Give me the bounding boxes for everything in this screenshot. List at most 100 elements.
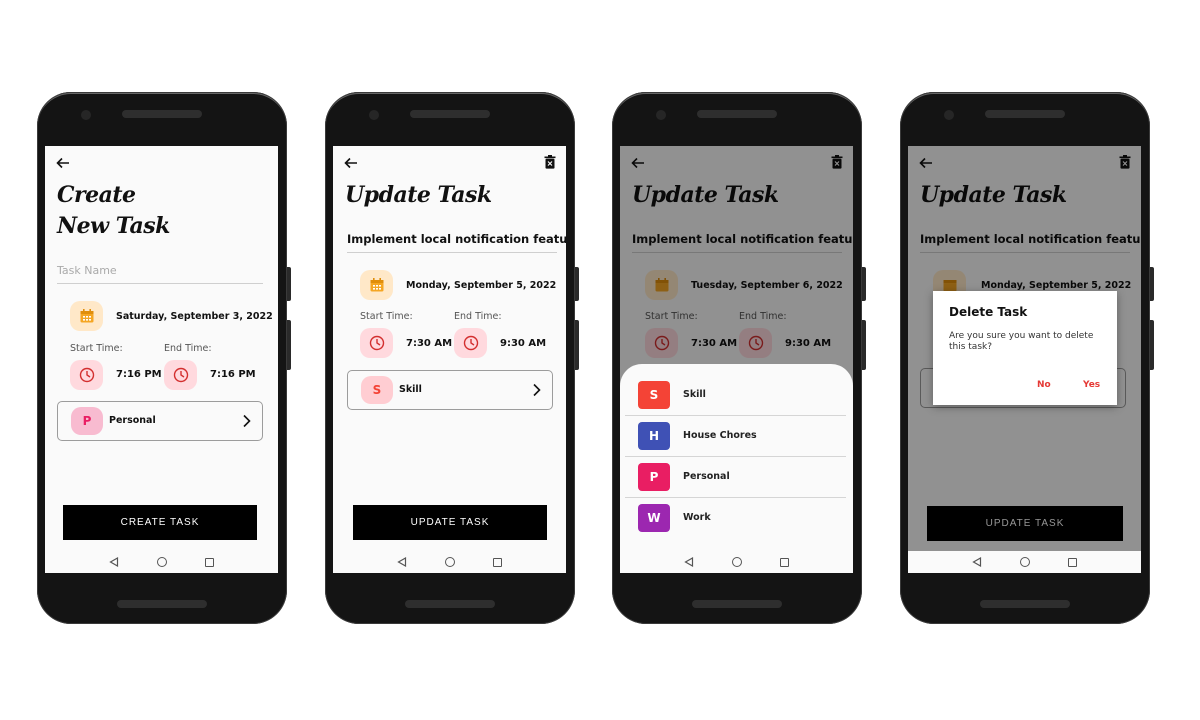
triangle-back-icon[interactable] — [684, 557, 694, 567]
category-option-label: Personal — [683, 471, 730, 482]
start-time-label: Start Time: — [70, 343, 123, 354]
square-recent-icon[interactable] — [493, 557, 502, 567]
end-time-button[interactable] — [164, 360, 197, 390]
phone-create-task: Create New Task Task Name Saturday, Sept… — [37, 92, 291, 624]
start-time-label: Start Time: — [360, 311, 413, 322]
date-picker-button[interactable] — [360, 270, 393, 300]
category-selector[interactable]: S Skill — [347, 370, 553, 410]
arrow-left-icon[interactable] — [56, 157, 70, 169]
power-button — [575, 320, 579, 370]
system-nav-bar — [908, 551, 1141, 573]
start-time-button[interactable] — [360, 328, 393, 358]
volume-button — [575, 267, 579, 301]
category-option-label: House Chores — [683, 430, 757, 441]
square-recent-icon[interactable] — [780, 557, 789, 567]
delete-task-dialog: Delete Task Are you sure you want to del… — [933, 291, 1117, 405]
chevron-right-icon — [243, 414, 251, 428]
category-option-house-chores[interactable]: H House Chores — [625, 416, 846, 457]
selected-date: Saturday, September 3, 2022 — [116, 311, 273, 322]
square-recent-icon[interactable] — [205, 557, 214, 567]
calendar-icon — [80, 309, 93, 323]
category-option-label: Skill — [683, 389, 706, 400]
clock-icon — [463, 335, 478, 351]
calendar-icon — [370, 278, 383, 292]
triangle-back-icon[interactable] — [397, 557, 407, 567]
end-time-label: End Time: — [454, 311, 502, 322]
triangle-back-icon[interactable] — [972, 557, 982, 567]
clock-icon — [79, 367, 94, 383]
dialog-yes-button[interactable]: Yes — [1083, 380, 1100, 390]
screen-update-task: Update Task Implement local notification… — [333, 146, 566, 573]
phone-delete-dialog: Update Task Implement local notification… — [900, 92, 1154, 624]
category-badge: W — [638, 504, 670, 532]
earpiece-speaker — [122, 110, 202, 118]
volume-button — [862, 267, 866, 301]
category-label: Skill — [399, 384, 422, 395]
category-option-label: Work — [683, 512, 711, 523]
trash-icon[interactable] — [544, 155, 556, 169]
system-nav-bar — [333, 551, 566, 573]
clock-icon — [173, 367, 188, 383]
front-camera — [369, 110, 379, 120]
system-nav-bar — [45, 551, 278, 573]
circle-home-icon[interactable] — [1020, 557, 1030, 567]
dialog-no-button[interactable]: No — [1037, 380, 1051, 390]
dialog-title: Delete Task — [949, 305, 1028, 319]
screen-delete-dialog: Update Task Implement local notification… — [908, 146, 1141, 573]
end-time-value: 9:30 AM — [500, 338, 547, 349]
dialog-message: Are you sure you want to delete this tas… — [949, 331, 1094, 352]
power-button — [862, 320, 866, 370]
category-label: Personal — [109, 415, 156, 426]
volume-button — [287, 267, 291, 301]
task-name-input[interactable]: Task Name — [57, 264, 263, 284]
category-badge: H — [638, 422, 670, 450]
page-title-line1: Create — [57, 182, 136, 208]
create-task-content: Create New Task Task Name Saturday, Sept… — [45, 146, 278, 551]
category-option-work[interactable]: W Work — [625, 498, 846, 539]
start-time-value: 7:16 PM — [116, 369, 162, 380]
phone-update-task: Update Task Implement local notification… — [325, 92, 579, 624]
circle-home-icon[interactable] — [157, 557, 167, 567]
front-camera — [656, 110, 666, 120]
bottom-speaker — [692, 600, 782, 608]
earpiece-speaker — [697, 110, 777, 118]
stage: Create New Task Task Name Saturday, Sept… — [0, 0, 1200, 720]
page-title: Update Task — [345, 182, 492, 208]
bottom-speaker — [405, 600, 495, 608]
end-time-button[interactable] — [454, 328, 487, 358]
bottom-speaker — [980, 600, 1070, 608]
circle-home-icon[interactable] — [732, 557, 742, 567]
front-camera — [81, 110, 91, 120]
category-selector[interactable]: P Personal — [57, 401, 263, 441]
category-badge: S — [638, 381, 670, 409]
chevron-right-icon — [533, 383, 541, 397]
page-title-line2: New Task — [57, 213, 170, 239]
phone-category-sheet: Update Task Implement local notification… — [612, 92, 866, 624]
earpiece-speaker — [985, 110, 1065, 118]
arrow-left-icon[interactable] — [344, 157, 358, 169]
end-time-label: End Time: — [164, 343, 212, 354]
triangle-back-icon[interactable] — [109, 557, 119, 567]
create-task-button[interactable]: CREATE TASK — [63, 505, 257, 540]
clock-icon — [369, 335, 384, 351]
square-recent-icon[interactable] — [1068, 557, 1077, 567]
power-button — [287, 320, 291, 370]
category-badge: P — [638, 463, 670, 491]
power-button — [1150, 320, 1154, 370]
start-time-value: 7:30 AM — [406, 338, 453, 349]
category-option-personal[interactable]: P Personal — [625, 457, 846, 498]
category-option-skill[interactable]: S Skill — [625, 375, 846, 416]
task-name-input[interactable]: Implement local notification feature — [347, 232, 566, 253]
circle-home-icon[interactable] — [445, 557, 455, 567]
end-time-value: 7:16 PM — [210, 369, 256, 380]
selected-date: Monday, September 5, 2022 — [406, 280, 557, 291]
volume-button — [1150, 267, 1154, 301]
start-time-button[interactable] — [70, 360, 103, 390]
update-task-button[interactable]: UPDATE TASK — [353, 505, 547, 540]
bottom-speaker — [117, 600, 207, 608]
category-bottom-sheet: S Skill H House Chores P Personal W Work — [620, 364, 853, 551]
category-badge: P — [71, 407, 103, 435]
earpiece-speaker — [410, 110, 490, 118]
date-picker-button[interactable] — [70, 301, 103, 331]
category-badge: S — [361, 376, 393, 404]
